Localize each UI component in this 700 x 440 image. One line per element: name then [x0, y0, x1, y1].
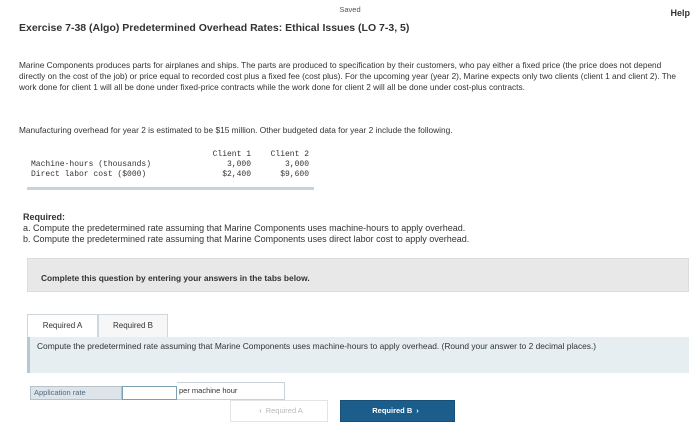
next-button-label: Required B — [372, 406, 413, 415]
application-rate-unit: per machine hour — [177, 382, 285, 400]
complete-question-bar: Complete this question by entering your … — [27, 258, 689, 292]
tab-required-b[interactable]: Required B — [98, 314, 168, 338]
row-client1: 3,000 — [226, 160, 251, 169]
table-row: Machine-hours (thousands) 3,000 3,000 — [31, 160, 316, 169]
prev-button-label: Required A — [265, 406, 303, 415]
instruction-box: Compute the predetermined rate assuming … — [27, 337, 689, 373]
application-rate-input[interactable] — [122, 386, 177, 400]
required-section: Required: a. Compute the predetermined r… — [23, 212, 623, 245]
table-header-client2: Client 2 — [270, 150, 309, 159]
row-client2: 3,000 — [284, 160, 309, 169]
exercise-title: Exercise 7-38 (Algo) Predetermined Overh… — [19, 22, 410, 34]
table-header-row: Client 1 Client 2 — [31, 150, 316, 159]
row-client1: $2,400 — [222, 170, 251, 179]
row-label: Machine-hours (thousands) — [31, 160, 152, 169]
next-required-b-button[interactable]: Required B › — [340, 400, 455, 422]
chevron-right-icon: › — [416, 406, 419, 415]
table-row: Direct labor cost ($000) $2,400 $9,600 — [31, 170, 316, 179]
tab-required-a[interactable]: Required A — [27, 314, 98, 338]
required-a-text: a. Compute the predetermined rate assumi… — [23, 223, 466, 233]
overhead-text: Manufacturing overhead for year 2 is est… — [19, 125, 453, 135]
budget-table: Client 1 Client 2 Machine-hours (thousan… — [27, 150, 314, 191]
prev-required-a-button[interactable]: ‹ Required A — [230, 400, 328, 422]
row-label: Direct labor cost ($000) — [31, 170, 147, 179]
required-b-text: b. Compute the predetermined rate assumi… — [23, 234, 470, 244]
problem-text: Marine Components produces parts for air… — [19, 60, 677, 92]
save-status: Saved — [339, 5, 361, 14]
chevron-left-icon: ‹ — [259, 406, 262, 415]
table-header-client1: Client 1 — [212, 150, 251, 159]
top-bar: Saved Help — [0, 0, 700, 20]
complete-question-text: Complete this question by entering your … — [41, 273, 310, 283]
row-client2: $9,600 — [280, 170, 309, 179]
table-bottom-rule — [27, 187, 314, 190]
instruction-text: Compute the predetermined rate assuming … — [37, 341, 597, 351]
help-link[interactable]: Help — [670, 8, 690, 18]
required-label: Required: — [23, 212, 66, 222]
application-rate-label: Application rate — [30, 386, 122, 400]
